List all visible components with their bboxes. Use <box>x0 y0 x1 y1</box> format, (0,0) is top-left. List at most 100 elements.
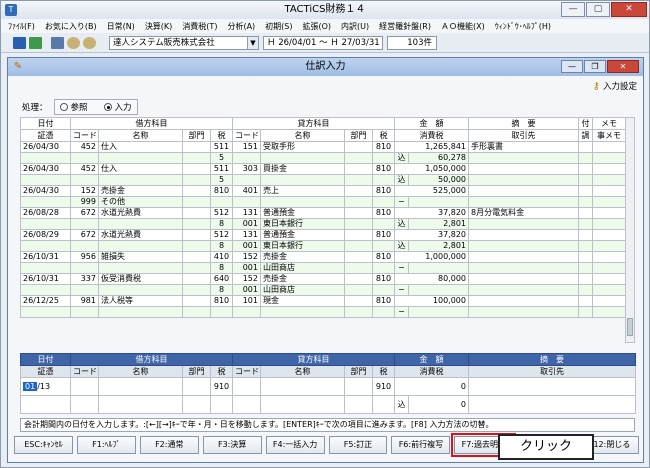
menu-item[interactable]: ﾌｧｲﾙ(F) <box>3 21 40 32</box>
entry-month: /13 <box>37 381 51 391</box>
table-row[interactable]: 26/04/30 152 売掛金 810 401 売上 810 525,000 <box>20 185 626 197</box>
menu-item[interactable]: 初期(S) <box>260 21 297 32</box>
menu-item[interactable]: 分析(A) <box>222 21 260 32</box>
fiscal-period: Ｈ 26/04/01 〜 Ｈ 27/03/31 <box>263 36 383 50</box>
radio-input-label: 入力 <box>114 103 132 113</box>
cell-credit-tax: 810 <box>372 273 395 285</box>
menu-item[interactable]: 内訳(U) <box>336 21 374 32</box>
export-icon[interactable] <box>29 37 42 49</box>
cell-sub-credit-tax <box>372 152 395 164</box>
entry-sub-debit-name[interactable] <box>98 395 183 414</box>
entry-debit-dept[interactable] <box>182 377 211 396</box>
menu-item[interactable]: 決算(K) <box>140 21 178 32</box>
table-row-sub[interactable]: 8 001 山田商店 − <box>20 284 626 296</box>
child-restore-icon[interactable]: ❐ <box>584 60 606 73</box>
entry-sub-credit-tax[interactable] <box>372 395 395 414</box>
cell-tax-flag: − <box>394 262 409 274</box>
cell-credit-name: 普通預金 <box>260 207 345 219</box>
entry-sub-debit-dept[interactable] <box>182 395 211 414</box>
col-debit: 借方科目 <box>70 117 233 130</box>
table-row[interactable]: 26/04/30 452 仕入 511 151 受取手形 810 1,265,841 手形裏書 <box>20 141 626 153</box>
entry-sub-debit-tax[interactable] <box>210 395 233 414</box>
menu-item[interactable]: 日常(N) <box>102 21 140 32</box>
maximize-icon[interactable]: ▢ <box>586 2 610 17</box>
save-icon[interactable] <box>13 37 26 49</box>
table-row[interactable]: 26/08/29 672 水道光熱費 512 131 普通預金 810 37,820 <box>20 229 626 241</box>
fkey-button-6[interactable]: F6:前行複写 <box>391 436 451 454</box>
menu-item[interactable]: ｳｨﾝﾄﾞｳ･ﾍﾙﾌﾟ(H) <box>490 21 556 32</box>
cell-partner <box>468 240 579 252</box>
table-row-sub[interactable]: − <box>20 306 626 318</box>
cell-summary <box>468 185 579 197</box>
menu-item[interactable]: お気に入り(B) <box>40 21 102 32</box>
entry-sub-debit-code[interactable] <box>70 395 99 414</box>
fkey-button-0[interactable]: ESC:ｷｬﾝｾﾙ <box>14 436 73 454</box>
entry-voucher[interactable] <box>20 395 71 414</box>
table-row[interactable]: 26/12/25 981 法人税等 810 101 現金 810 100,000 <box>20 295 626 307</box>
entry-tax-inclusive[interactable]: 込 <box>394 395 409 414</box>
search-icon[interactable] <box>67 37 80 49</box>
table-row[interactable]: 26/04/30 452 仕入 511 303 買掛金 810 1,050,000 <box>20 163 626 175</box>
table-row-sub[interactable]: 999 その他 − <box>20 196 626 208</box>
cell-date: 26/08/29 <box>20 229 71 241</box>
child-close-icon[interactable]: ✕ <box>607 60 639 73</box>
table-row[interactable]: 26/10/31 337 仮受消費税 640 152 売掛金 810 80,000 <box>20 273 626 285</box>
cell-tax: 50,000 <box>408 174 469 186</box>
entry-credit-name[interactable] <box>260 377 345 396</box>
entry-credit-dept[interactable] <box>344 377 373 396</box>
radio-input[interactable] <box>103 103 112 111</box>
entry-sub-credit-name[interactable] <box>260 395 345 414</box>
entry-tax[interactable]: 0 <box>408 395 469 414</box>
input-settings-button[interactable]: ⚷ 入力設定 <box>593 80 637 93</box>
toolbar: 達人システム販売株式会社 ▼ Ｈ 26/04/01 〜 Ｈ 27/03/31 1… <box>1 33 649 53</box>
entry-summary[interactable] <box>468 377 636 396</box>
search-next-icon[interactable] <box>83 37 96 49</box>
child-minimize-icon[interactable]: — <box>561 60 583 73</box>
table-row-sub[interactable]: 8 001 東日本銀行 込 2,801 <box>20 218 626 230</box>
minimize-icon[interactable]: — <box>561 2 585 17</box>
radio-reference[interactable] <box>59 103 68 111</box>
entry-day-selected[interactable]: 01 <box>23 381 38 391</box>
fkey-button-1[interactable]: F1:ﾍﾙﾌﾟ <box>76 436 136 454</box>
print-icon[interactable] <box>51 37 64 49</box>
radio-reference-label: 参照 <box>70 103 88 113</box>
cell-tax-flag: 込 <box>394 152 409 164</box>
entry-debit-name[interactable] <box>98 377 183 396</box>
entry-credit-tax[interactable]: 910 <box>372 377 395 396</box>
fkey-button-3[interactable]: F3:決算 <box>202 436 262 454</box>
entry-debit-tax[interactable]: 910 <box>210 377 233 396</box>
table-row[interactable]: 26/10/31 956 雑損失 410 152 売掛金 810 1,000,000 <box>20 251 626 263</box>
table-row-sub[interactable]: 8 001 山田商店 − <box>20 262 626 274</box>
cell-memo <box>592 163 626 175</box>
menu-item[interactable]: 消費税(T) <box>177 21 222 32</box>
close-icon[interactable]: ✕ <box>611 2 647 17</box>
cell-date: 26/10/31 <box>20 251 71 263</box>
fkey-button-5[interactable]: F5:訂正 <box>328 436 388 454</box>
table-row-sub[interactable]: 8 001 東日本銀行 込 2,801 <box>20 240 626 252</box>
table-row-sub[interactable]: 5 込 60,278 <box>20 152 626 164</box>
menu-item[interactable]: 拡張(O) <box>298 21 337 32</box>
entry-sub-credit-dept[interactable] <box>344 395 373 414</box>
col-date: 日付 <box>20 117 71 130</box>
journal-entry-window: ✎ 仕訳入力 — ❐ ✕ ⚷ 入力設定 処理： 参照 入力 日付 借方科目 貸方… <box>7 57 644 463</box>
vertical-scrollbar[interactable] <box>625 117 635 343</box>
table-row[interactable]: 26/08/28 672 水道光熱費 512 131 普通預金 810 37,820 8月分電気… <box>20 207 626 219</box>
entry-partner[interactable] <box>468 395 636 414</box>
cell-sub-credit-code: 001 <box>232 240 261 252</box>
company-select[interactable]: 達人システム販売株式会社 ▼ <box>109 36 259 50</box>
menu-item[interactable]: 経営羅針盤(R) <box>374 21 436 32</box>
entry-sub-credit-code[interactable] <box>232 395 261 414</box>
entry-col-debit-dept: 部門 <box>182 365 211 378</box>
cell-credit-dept <box>344 273 373 285</box>
cell-memo <box>592 251 626 263</box>
entry-date-input[interactable]: 01/13 <box>20 377 71 396</box>
entry-debit-code[interactable] <box>70 377 99 396</box>
entry-credit-code[interactable] <box>232 377 261 396</box>
table-row-sub[interactable]: 5 込 50,000 <box>20 174 626 186</box>
scroll-thumb[interactable] <box>627 318 633 336</box>
chevron-down-icon[interactable]: ▼ <box>247 37 258 49</box>
fkey-button-4[interactable]: F4:一括入力 <box>265 436 325 454</box>
fkey-button-2[interactable]: F2:通常 <box>139 436 199 454</box>
menu-item[interactable]: ＡＯ機能(X) <box>436 21 490 32</box>
entry-amount[interactable]: 0 <box>394 377 469 396</box>
